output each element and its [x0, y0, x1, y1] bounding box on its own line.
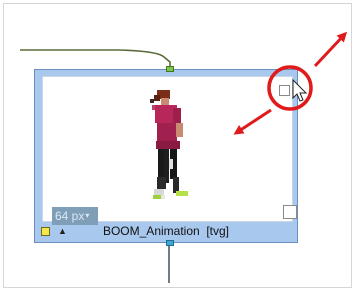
- node-title-bar[interactable]: ▲ BOOM_Animation [tvg]: [38, 223, 294, 240]
- output-port[interactable]: [166, 240, 174, 246]
- drawing-node[interactable]: 64 px▾ ▲ BOOM_Animation [tvg]: [34, 66, 298, 246]
- zoom-value: 64 px: [55, 209, 85, 223]
- thumbnail-viewer[interactable]: 64 px▾: [42, 76, 297, 225]
- input-wire: [20, 49, 171, 66]
- character-thumbnail: [150, 90, 188, 199]
- input-port[interactable]: [166, 66, 174, 72]
- resize-handle[interactable]: [279, 85, 290, 96]
- node-name: BOOM_Animation [tvg]: [102, 224, 230, 238]
- caret-down-icon: ▾: [85, 211, 90, 220]
- thumbnail-checkbox[interactable]: [283, 205, 297, 219]
